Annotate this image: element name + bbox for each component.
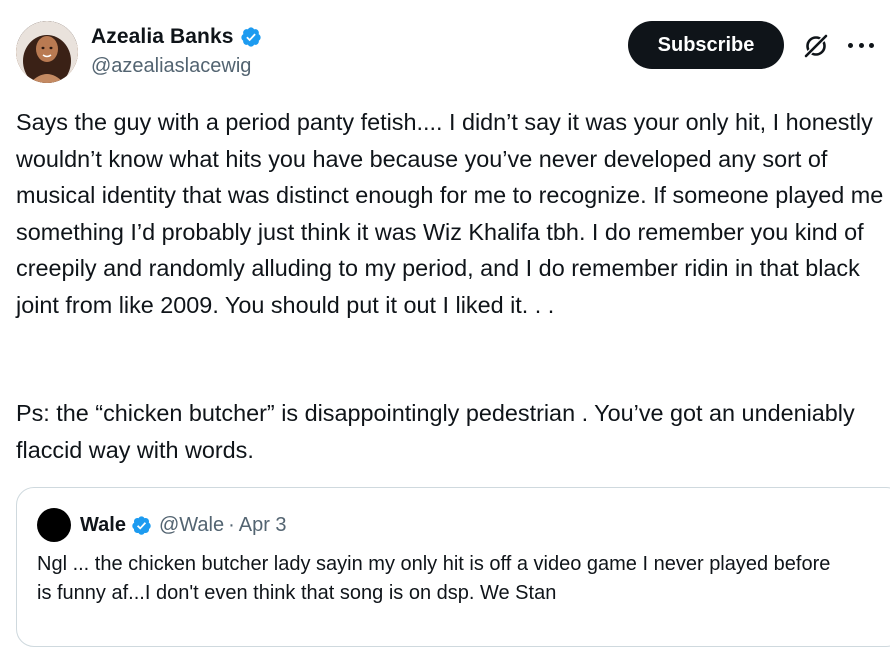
quoted-tweet-date[interactable]: Apr 3 (239, 514, 287, 537)
dot-icon (869, 42, 874, 48)
dot-icon (858, 42, 864, 48)
quoted-author-handle[interactable]: @Wale (159, 514, 224, 537)
subscribe-button[interactable]: Subscribe (628, 21, 784, 69)
dot-icon (848, 42, 853, 48)
quoted-author-avatar[interactable] (37, 508, 71, 542)
separator-dot: · (228, 513, 235, 536)
quoted-tweet-header: Wale @Wale · Apr 3 (80, 512, 287, 538)
author-name-row: Azealia Banks (91, 24, 262, 50)
tweet-postscript: Ps: the “chicken butcher” is disappointi… (16, 400, 855, 463)
tweet-card: Azealia Banks @azealiaslacewig Subscribe… (0, 0, 890, 647)
quoted-tweet[interactable]: Wale @Wale · Apr 3 Ngl ... the chicken b… (16, 487, 890, 647)
more-options-icon[interactable] (848, 35, 874, 55)
grok-icon[interactable] (802, 32, 830, 60)
author-name[interactable]: Azealia Banks (91, 25, 234, 49)
tweet-body: Says the guy with a period panty fetish.… (16, 109, 890, 318)
author-avatar[interactable] (16, 21, 78, 83)
quoted-author-name[interactable]: Wale (80, 514, 126, 537)
author-handle[interactable]: @azealiaslacewig (91, 55, 251, 78)
quoted-tweet-text: Ngl ... the chicken butcher lady sayin m… (37, 553, 831, 604)
verified-badge-icon[interactable] (240, 26, 262, 48)
verified-badge-icon[interactable] (131, 515, 152, 536)
